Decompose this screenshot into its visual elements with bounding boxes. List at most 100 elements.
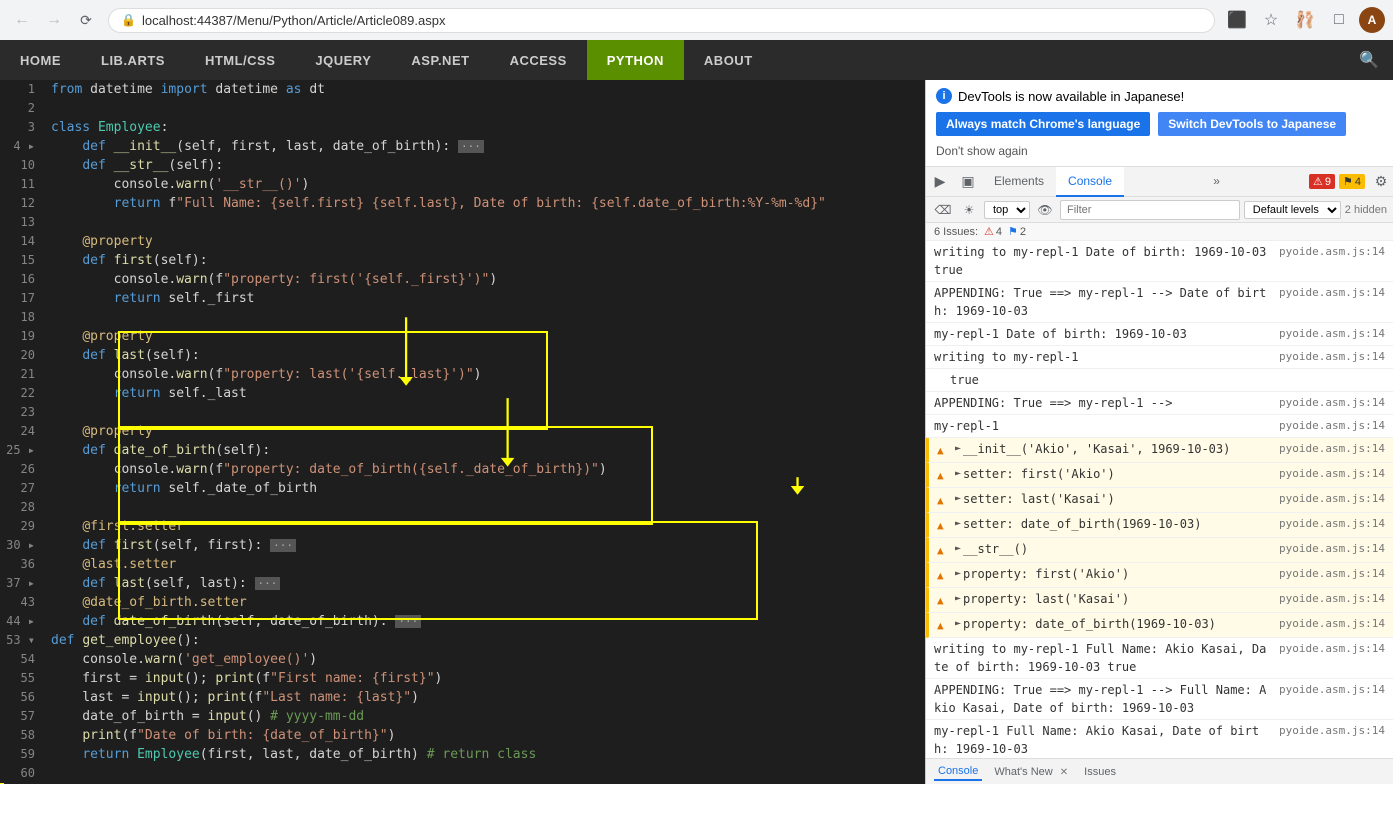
expand-icon-5[interactable]: ►: [955, 565, 961, 583]
bookmark-button[interactable]: ☆: [1257, 6, 1285, 34]
tab-more[interactable]: »: [1201, 167, 1232, 197]
code-line-27: 27 return self._date_of_birth: [0, 479, 925, 498]
settings-icon-button[interactable]: ⚙: [1369, 170, 1393, 194]
console-entry-warning-7: ▲ ► property: date_of_birth(1969-10-03) …: [926, 613, 1393, 638]
window-button[interactable]: □: [1325, 6, 1353, 34]
console-entry-7: writing to my-repl-1 Full Name: Akio Kas…: [926, 638, 1393, 679]
code-line-3: 3 class Employee:: [0, 118, 925, 137]
warning-icon: ⚑: [1343, 175, 1353, 188]
default-levels-selector[interactable]: Default levels: [1244, 201, 1341, 219]
expand-icon-3[interactable]: ►: [955, 515, 961, 533]
console-entry-0: writing to my-repl-1 Date of birth: 1969…: [926, 241, 1393, 282]
console-entry-2: my-repl-1 Date of birth: 1969-10-03 pyoi…: [926, 323, 1393, 346]
console-entry-9: my-repl-1 Full Name: Akio Kasai, Date of…: [926, 720, 1393, 758]
nav-htmlcss[interactable]: HTML/CSS: [185, 40, 295, 80]
code-line-22: 22 return self._last: [0, 384, 925, 403]
console-entry-warning-1: ▲ ► setter: first('Akio') pyoide.asm.js:…: [926, 463, 1393, 488]
nav-libarts[interactable]: LIB.ARTS: [81, 40, 185, 80]
code-line-19: 19 @property: [0, 327, 925, 346]
page-content: 1 from datetime import datetime as dt 2 …: [0, 80, 1393, 784]
error-issue-number: 4: [996, 226, 1002, 238]
console-entry-1: APPENDING: True ==> my-repl-1 --> Date o…: [926, 282, 1393, 323]
nav-home[interactable]: HOME: [0, 40, 81, 80]
console-entry-5: APPENDING: True ==> my-repl-1 --> pyoide…: [926, 392, 1393, 415]
code-line-20: 20 def last(self):: [0, 346, 925, 365]
console-entry-warning-6: ▲ ► property: last('Kasai') pyoide.asm.j…: [926, 588, 1393, 613]
code-line-12: 12 return f"Full Name: {self.first} {sel…: [0, 194, 925, 213]
bottom-tab-console[interactable]: Console: [934, 763, 982, 781]
url-text: localhost:44387/Menu/Python/Article/Arti…: [142, 13, 446, 28]
nav-jquery[interactable]: JQUERY: [295, 40, 391, 80]
switch-japanese-button[interactable]: Switch DevTools to Japanese: [1158, 112, 1346, 136]
notification-title: i DevTools is now available in Japanese!: [936, 88, 1383, 104]
tab-elements[interactable]: Elements: [982, 167, 1056, 197]
extensions-button[interactable]: 🩰: [1291, 6, 1319, 34]
warning-icon-5: ▲: [937, 567, 951, 585]
filter-input[interactable]: [1060, 200, 1240, 220]
code-line-18: 18: [0, 308, 925, 327]
code-line-30: 30 ▸ def first(self, first): ···: [0, 536, 925, 555]
warning-icon-2: ▲: [937, 492, 951, 510]
toolbar-actions: ⬛ ☆ 🩰 □ A: [1223, 6, 1385, 34]
expand-icon-4[interactable]: ►: [955, 540, 961, 558]
code-line-28: 28: [0, 498, 925, 517]
flag-issue-number: 2: [1020, 226, 1026, 238]
code-line-1: 1 from datetime import datetime as dt: [0, 80, 925, 99]
nav-python[interactable]: PYTHON: [587, 40, 684, 80]
code-line-13: 13: [0, 213, 925, 232]
console-entry-warning-0: ▲ ► __init__('Akio', 'Kasai', 1969-10-03…: [926, 438, 1393, 463]
console-entry-3: writing to my-repl-1 pyoide.asm.js:14: [926, 346, 1393, 369]
avatar[interactable]: A: [1359, 7, 1385, 33]
expand-icon-0[interactable]: ►: [955, 440, 961, 458]
context-selector[interactable]: top: [984, 201, 1030, 219]
device-icon-button[interactable]: ▣: [954, 168, 982, 196]
back-button[interactable]: ←: [8, 6, 36, 34]
match-language-button[interactable]: Always match Chrome's language: [936, 112, 1150, 136]
warning-icon-6: ▲: [937, 592, 951, 610]
code-line-53: 53 ▾ def get_employee():: [0, 631, 925, 650]
code-line-58: 58 print(f"Date of birth: {date_of_birth…: [0, 726, 925, 745]
code-line-21: 21 console.warn(f"property: last('{self.…: [0, 365, 925, 384]
eye-icon-button[interactable]: 👁: [1034, 199, 1056, 221]
console-output[interactable]: writing to my-repl-1 Date of birth: 1969…: [926, 241, 1393, 758]
code-line-43: 43 @date_of_birth.setter: [0, 593, 925, 612]
bottom-tab-whatsnew[interactable]: What's New ✕: [990, 764, 1072, 780]
expand-icon-2[interactable]: ►: [955, 490, 961, 508]
inspect-icon-button[interactable]: ▶: [926, 168, 954, 196]
code-line-24: 24 @property: [0, 422, 925, 441]
search-icon[interactable]: 🔍: [1359, 50, 1379, 70]
flag-issue-icon: ⚑: [1008, 225, 1018, 238]
address-bar[interactable]: 🔒 localhost:44387/Menu/Python/Article/Ar…: [108, 8, 1215, 33]
flag-issue-count: ⚑ 2: [1008, 225, 1026, 238]
expand-icon-1[interactable]: ►: [955, 465, 961, 483]
reload-button[interactable]: ⟳: [72, 6, 100, 34]
dont-show-link[interactable]: Don't show again: [936, 144, 1383, 158]
nav-search[interactable]: 🔍: [1345, 40, 1393, 80]
error-issue-count: ⚠ 4: [984, 225, 1002, 238]
code-line-59: 59 return Employee(first, last, date_of_…: [0, 745, 925, 764]
console-entry-warning-3: ▲ ► setter: date_of_birth(1969-10-03) py…: [926, 513, 1393, 538]
tab-console[interactable]: Console: [1056, 167, 1124, 197]
code-scroll[interactable]: 1 from datetime import datetime as dt 2 …: [0, 80, 925, 784]
devtools-notification: i DevTools is now available in Japanese!…: [926, 80, 1393, 167]
bottom-tab-issues[interactable]: Issues: [1080, 764, 1120, 780]
code-line-25: 25 ▸ def date_of_birth(self):: [0, 441, 925, 460]
info-icon: i: [936, 88, 952, 104]
nav-about[interactable]: ABOUT: [684, 40, 773, 80]
browser-chrome: ← → ⟳ 🔒 localhost:44387/Menu/Python/Arti…: [0, 0, 1393, 40]
clear-console-button[interactable]: ⌫: [932, 199, 954, 221]
whatsnew-close[interactable]: ✕: [1060, 767, 1068, 778]
expand-icon-6[interactable]: ►: [955, 590, 961, 608]
nav-aspnet[interactable]: ASP.NET: [391, 40, 489, 80]
expand-icon-7[interactable]: ►: [955, 615, 961, 633]
code-line-2: 2: [0, 99, 925, 118]
error-icon: ⚠: [1313, 175, 1323, 188]
warning-icon-7: ▲: [937, 617, 951, 635]
hidden-count: 2 hidden: [1345, 204, 1387, 216]
code-line-56: 56 last = input(); print(f"Last name: {l…: [0, 688, 925, 707]
forward-button[interactable]: →: [40, 6, 68, 34]
filter-toggle-button[interactable]: ☀: [958, 199, 980, 221]
nav-access[interactable]: ACCESS: [490, 40, 587, 80]
devtools-panel: i DevTools is now available in Japanese!…: [925, 80, 1393, 784]
cast-button[interactable]: ⬛: [1223, 6, 1251, 34]
